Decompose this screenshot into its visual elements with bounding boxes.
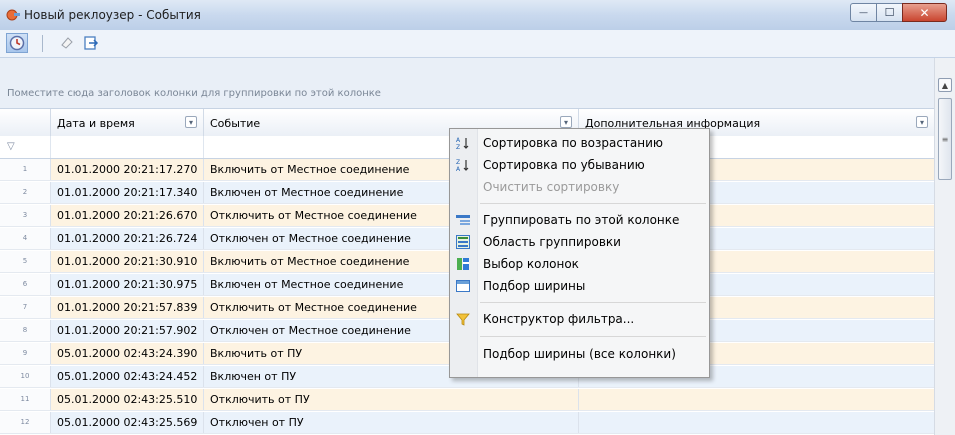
cell-event[interactable]: Отключен от ПУ [204, 412, 579, 433]
cell-info[interactable] [579, 389, 934, 410]
menu-label: Сортировка по возрастанию [483, 136, 664, 150]
cell-datetime[interactable]: 01.01.2000 20:21:30.975 [51, 274, 204, 295]
filter-datetime[interactable] [51, 136, 204, 158]
sort-ascending-icon: AZ [455, 136, 471, 150]
cell-datetime[interactable]: 05.01.2000 02:43:25.510 [51, 389, 204, 410]
menu-column-chooser[interactable]: Выбор колонок [450, 253, 709, 275]
context-menu: AZ Сортировка по возрастанию ZA Сортиров… [449, 128, 710, 378]
menu-label: Область группировки [483, 235, 621, 249]
menu-label: Сортировка по убыванию [483, 158, 645, 172]
menu-filter-builder[interactable]: Конструктор фильтра... [450, 308, 709, 330]
row-number[interactable]: 2 [0, 182, 51, 203]
row-number[interactable]: 5 [0, 251, 51, 272]
menu-label: Подбор ширины [483, 279, 586, 293]
svg-text:A: A [456, 166, 461, 172]
header-row-number [0, 109, 51, 137]
menu-sort-descending[interactable]: ZA Сортировка по убыванию [450, 154, 709, 176]
export-button[interactable] [80, 33, 102, 53]
row-number[interactable]: 3 [0, 205, 51, 226]
svg-text:A: A [456, 137, 461, 144]
chevron-down-icon[interactable]: ▾ [916, 116, 928, 128]
maximize-button[interactable]: ☐ [876, 3, 903, 22]
minimize-button[interactable]: — [850, 3, 877, 22]
vertical-scrollbar[interactable]: ▲ ≡ [934, 58, 955, 435]
cell-datetime[interactable]: 05.01.2000 02:43:25.569 [51, 412, 204, 433]
best-fit-icon [455, 279, 471, 293]
cell-info[interactable] [579, 412, 934, 433]
window-title: Новый реклоузер - События [24, 8, 201, 22]
app-icon [6, 9, 20, 21]
close-button[interactable]: ✕ [902, 3, 947, 22]
row-number[interactable]: 4 [0, 228, 51, 249]
menu-label: Подбор ширины (все колонки) [483, 347, 676, 361]
menu-separator [480, 336, 706, 337]
sort-descending-icon: ZA [455, 158, 471, 172]
menu-separator [480, 302, 706, 303]
cell-datetime[interactable]: 01.01.2000 20:21:57.839 [51, 297, 204, 318]
title-bar: Новый реклоузер - События — ☐ ✕ [0, 0, 955, 31]
chevron-down-icon[interactable]: ▾ [560, 116, 572, 128]
grouping-panel[interactable]: Поместите сюда заголовок колонки для гру… [0, 58, 934, 108]
row-number[interactable]: 7 [0, 297, 51, 318]
header-event-label: Событие [210, 116, 261, 130]
window-controls: — ☐ ✕ [850, 3, 947, 22]
row-number[interactable]: 10 [0, 366, 51, 387]
funnel-icon: ▽ [7, 141, 15, 152]
column-chooser-icon [455, 257, 471, 271]
row-number[interactable]: 11 [0, 389, 51, 410]
menu-best-fit-all[interactable]: Подбор ширины (все колонки) [450, 343, 709, 365]
cell-datetime[interactable]: 05.01.2000 02:43:24.390 [51, 343, 204, 364]
scroll-thumb[interactable]: ≡ [938, 98, 952, 180]
minimize-icon: — [859, 7, 868, 18]
menu-label: Выбор колонок [483, 257, 579, 271]
row-number[interactable]: 8 [0, 320, 51, 341]
menu-label: Очистить сортировку [483, 180, 620, 194]
filter-builder-icon [455, 312, 471, 326]
menu-separator [480, 203, 706, 204]
group-panel-icon [455, 235, 471, 249]
menu-label: Группировать по этой колонке [483, 213, 680, 227]
row-number[interactable]: 12 [0, 412, 51, 433]
header-datetime[interactable]: Дата и время ▾ [51, 109, 204, 137]
row-number[interactable]: 6 [0, 274, 51, 295]
svg-text:Z: Z [456, 144, 460, 150]
svg-text:Z: Z [456, 159, 460, 166]
cell-datetime[interactable]: 01.01.2000 20:21:57.902 [51, 320, 204, 341]
cell-datetime[interactable]: 01.01.2000 20:21:26.724 [51, 228, 204, 249]
clear-button[interactable] [56, 33, 78, 53]
cell-datetime[interactable]: 05.01.2000 02:43:24.452 [51, 366, 204, 387]
header-datetime-label: Дата и время [57, 116, 135, 130]
menu-sort-ascending[interactable]: AZ Сортировка по возрастанию [450, 132, 709, 154]
refresh-button[interactable] [6, 33, 28, 53]
grouping-hint: Поместите сюда заголовок колонки для гру… [7, 88, 381, 99]
cell-datetime[interactable]: 01.01.2000 20:21:30.910 [51, 251, 204, 272]
cell-datetime[interactable]: 01.01.2000 20:21:17.270 [51, 159, 204, 180]
close-icon: ✕ [919, 5, 930, 20]
menu-group-panel[interactable]: Область группировки [450, 231, 709, 253]
row-number[interactable]: 9 [0, 343, 51, 364]
scroll-up-button[interactable]: ▲ [938, 78, 952, 92]
menu-best-fit[interactable]: Подбор ширины [450, 275, 709, 297]
toolbar [0, 30, 955, 58]
menu-group-by-column[interactable]: Группировать по этой колонке [450, 209, 709, 231]
cell-datetime[interactable]: 01.01.2000 20:21:26.670 [51, 205, 204, 226]
toolbar-separator [42, 35, 43, 52]
table-row[interactable]: 12 05.01.2000 02:43:25.569 Отключен от ПУ [0, 412, 934, 434]
menu-clear-sort[interactable]: Очистить сортировку [450, 176, 709, 198]
filter-cell-number: ▽ [0, 136, 51, 158]
menu-label: Конструктор фильтра... [483, 312, 635, 326]
table-row[interactable]: 11 05.01.2000 02:43:25.510 Отключить от ПУ [0, 389, 934, 411]
clock-refresh-icon [9, 35, 25, 51]
group-by-column-icon [455, 213, 471, 227]
export-arrow-icon [84, 36, 99, 50]
chevron-up-icon: ▲ [941, 80, 949, 90]
grip-icon: ≡ [941, 134, 949, 144]
cell-event[interactable]: Отключить от ПУ [204, 389, 579, 410]
eraser-icon [61, 37, 73, 49]
row-number[interactable]: 1 [0, 159, 51, 180]
chevron-down-icon[interactable]: ▾ [185, 116, 197, 128]
maximize-icon: ☐ [884, 6, 895, 19]
cell-datetime[interactable]: 01.01.2000 20:21:17.340 [51, 182, 204, 203]
